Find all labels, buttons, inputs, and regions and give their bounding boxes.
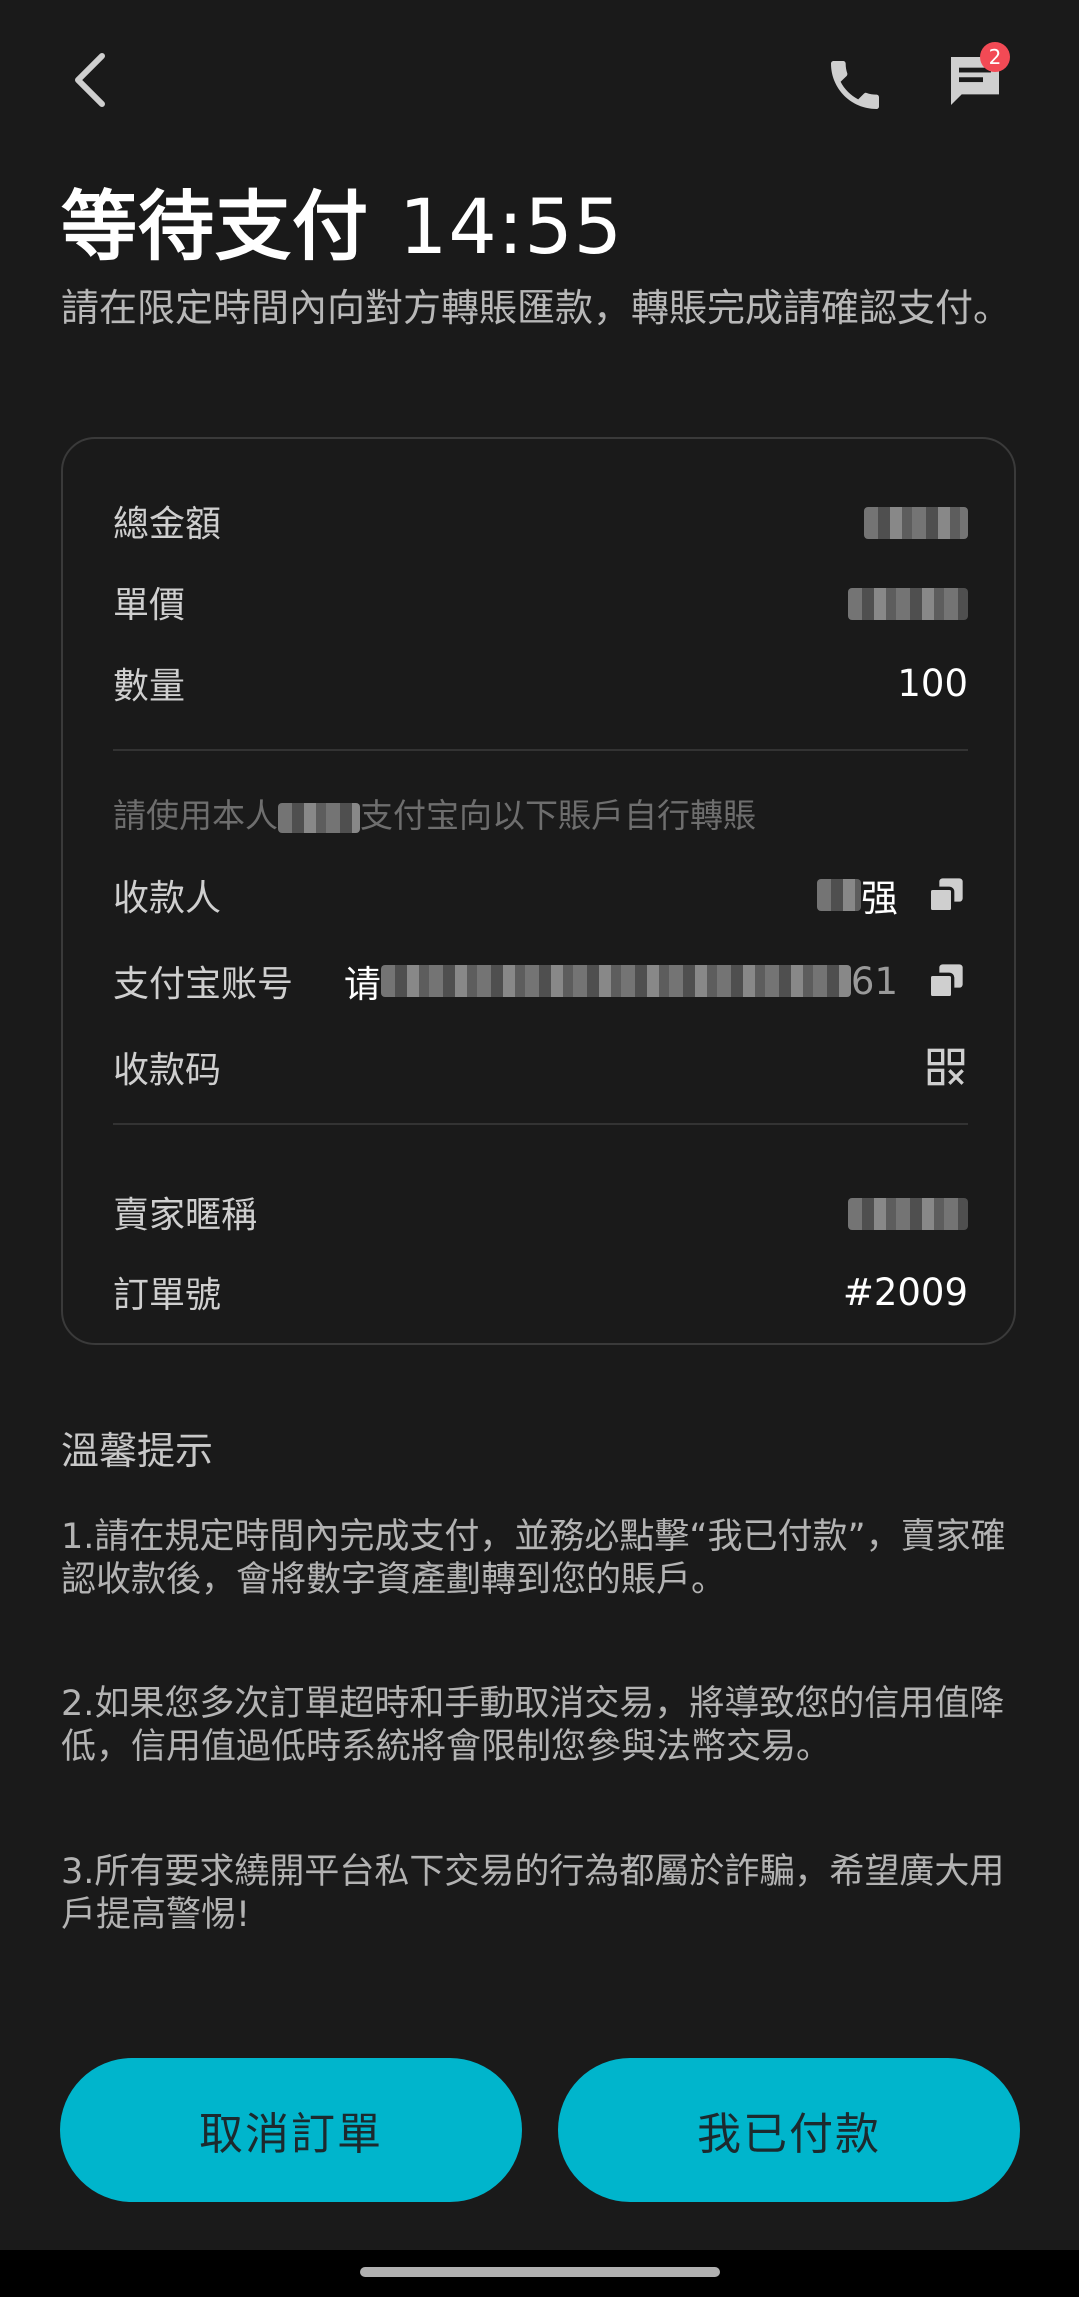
account-prefix: 请 — [343, 963, 381, 1006]
payee-value: 强 — [817, 868, 968, 922]
tip-item: 3.所有要求繞開平台私下交易的行為都屬於詐騙，希望廣大用戶提高警惕! — [61, 1852, 1005, 1935]
divider — [113, 1123, 968, 1125]
order-no-label: 訂單號 — [113, 1275, 222, 1316]
account-value: 请 61 — [344, 954, 968, 1008]
account-suffix: 61 — [850, 959, 898, 1003]
title-text: 等待支付 — [61, 182, 369, 271]
unit-price-value — [848, 581, 968, 624]
payment-hint: 請使用本人 支付宝向以下賬戶自行轉賬 — [113, 789, 756, 837]
payee-row: 收款人 强 — [113, 867, 968, 923]
seller-value — [848, 1191, 968, 1234]
chevron-left-icon — [75, 53, 105, 107]
redacted-seller — [848, 1198, 968, 1230]
copy-icon — [927, 964, 963, 1000]
top-bar: 2 — [0, 0, 1079, 160]
seller-label: 賣家暱稱 — [113, 1195, 258, 1236]
copy-account-button[interactable] — [924, 959, 968, 1003]
page-title: 等待支付 14:55 — [61, 165, 623, 275]
payment-hint-suffix: 支付宝向以下賬戶自行轉賬 — [360, 796, 756, 835]
qr-value — [898, 1045, 968, 1089]
order-no-row: 訂單號 #2009 — [113, 1264, 968, 1320]
page-subtitle: 請在限定時間內向對方轉賬匯款，轉賬完成請確認支付。 — [61, 286, 1012, 330]
redacted-total — [864, 507, 968, 539]
cancel-order-button[interactable]: 取消訂單 — [60, 2058, 522, 2202]
phone-button[interactable] — [810, 40, 900, 130]
chat-button[interactable] — [925, 36, 1025, 126]
unit-price-row: 單價 — [113, 574, 968, 630]
qr-label: 收款码 — [113, 1050, 222, 1091]
redacted-name — [278, 802, 360, 833]
total-label: 總金額 — [113, 504, 222, 545]
qr-row[interactable]: 收款码 — [113, 1039, 968, 1095]
copy-icon — [927, 878, 963, 914]
divider — [113, 749, 968, 751]
total-row: 總金額 — [113, 493, 968, 549]
payment-hint-prefix: 請使用本人 — [113, 796, 278, 835]
order-no-value: #2009 — [842, 1270, 968, 1314]
account-row: 支付宝账号 请 61 — [113, 953, 968, 1009]
total-value — [864, 500, 968, 543]
tip-item: 2.如果您多次訂單超時和手動取消交易，將導致您的信用值降低，信用值過低時系統將會… — [61, 1684, 1005, 1767]
home-indicator[interactable] — [360, 2267, 720, 2277]
quantity-value: 100 — [897, 661, 968, 705]
copy-payee-button[interactable] — [924, 873, 968, 917]
redacted-payee — [817, 879, 861, 911]
tip-item: 1.請在規定時間內完成支付，並務必點擊“我已付款”，賣家確認收款後，會將數字資產… — [61, 1517, 1006, 1600]
order-card: 總金額 單價 數量 100 請使用本人 支付宝向以下賬戶自行轉賬 收款人 强 支付… — [61, 437, 1016, 1345]
qr-code-icon — [927, 1048, 965, 1086]
chat-badge: 2 — [980, 42, 1010, 72]
unit-price-label: 單價 — [113, 585, 186, 626]
quantity-label: 數量 — [113, 666, 186, 707]
quantity-row: 數量 100 — [113, 655, 968, 711]
back-button[interactable] — [50, 40, 130, 120]
payee-suffix: 强 — [861, 877, 898, 920]
tips-title: 溫馨提示 — [61, 1429, 214, 1473]
redacted-unit-price — [848, 588, 968, 620]
payee-label: 收款人 — [113, 878, 222, 919]
redacted-account — [380, 965, 851, 997]
seller-row: 賣家暱稱 — [113, 1184, 968, 1240]
paid-button[interactable]: 我已付款 — [558, 2058, 1020, 2202]
phone-icon — [831, 61, 879, 109]
countdown-timer: 14:55 — [399, 182, 624, 271]
account-label: 支付宝账号 — [113, 964, 294, 1005]
qr-code-button[interactable] — [924, 1045, 968, 1089]
